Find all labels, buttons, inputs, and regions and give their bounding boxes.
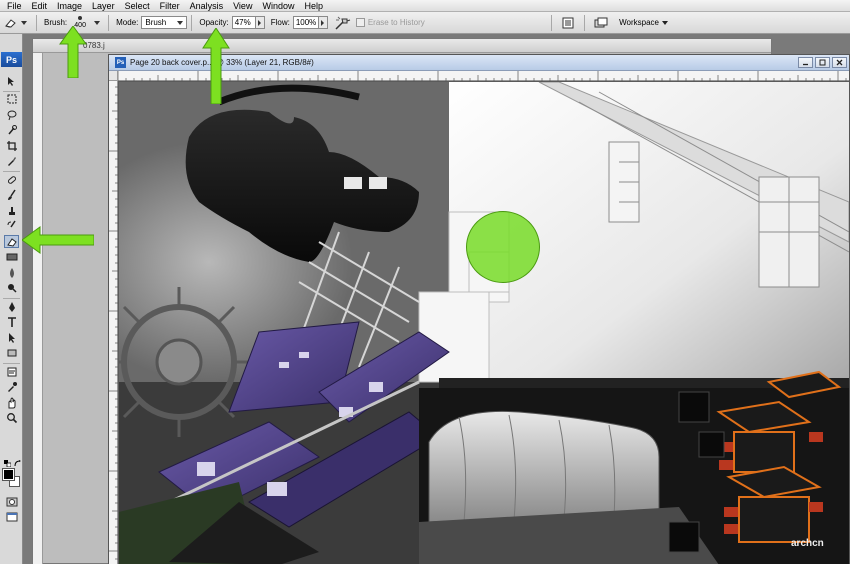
separator: [108, 14, 110, 31]
chevron-down-icon[interactable]: [94, 20, 101, 25]
photoshop-window: File Edit Image Layer Select Filter Anal…: [0, 0, 850, 564]
photoshop-logo: Ps: [1, 52, 22, 67]
toolbox-separator: [3, 298, 20, 299]
bridge-icon: [594, 17, 608, 27]
marquee-tool-icon[interactable]: [4, 93, 19, 106]
options-bar: Brush: 400 Mode: Brush Opacity: 47% Flow…: [0, 12, 850, 34]
document-icon: Ps: [115, 57, 126, 68]
maximize-icon: [819, 59, 826, 66]
crop-tool-icon[interactable]: [4, 139, 19, 152]
ruler-ticks: [109, 70, 118, 560]
opacity-input[interactable]: 47%: [231, 16, 256, 29]
opacity-slider-button[interactable]: [255, 16, 265, 29]
notes-tool-icon[interactable]: [4, 365, 19, 378]
tool-preset-picker[interactable]: [2, 14, 32, 32]
vertical-ruler: [109, 70, 118, 564]
menu-image[interactable]: Image: [52, 0, 87, 12]
annotation-arrow-left: [22, 226, 94, 254]
zoom-tool-icon[interactable]: [4, 412, 19, 425]
mode-label: Mode:: [116, 18, 139, 27]
close-button[interactable]: [832, 57, 847, 68]
annotation-arrow-up: [202, 28, 230, 104]
history-brush-tool-icon[interactable]: [4, 220, 19, 233]
eyedropper-3d-icon[interactable]: [4, 381, 19, 394]
flow-input[interactable]: 100%: [292, 16, 319, 29]
menu-select[interactable]: Select: [120, 0, 155, 12]
menu-filter[interactable]: Filter: [155, 0, 185, 12]
airbrush-icon[interactable]: [334, 15, 352, 31]
flow-label: Flow:: [270, 18, 290, 27]
shape-tool-icon[interactable]: [4, 347, 19, 360]
dodge-tool-icon[interactable]: [4, 282, 19, 295]
brush-cursor-highlight: [466, 211, 540, 283]
pen-tool-icon[interactable]: [4, 300, 19, 313]
screen-mode-icon[interactable]: [4, 510, 19, 523]
toolbox-separator: [3, 363, 20, 364]
opacity-label: Opacity:: [199, 18, 229, 27]
maximize-button[interactable]: [815, 57, 830, 68]
hand-tool-icon[interactable]: [4, 396, 19, 409]
separator: [584, 14, 586, 31]
menu-view[interactable]: View: [228, 0, 257, 12]
screen-mode-button[interactable]: [592, 15, 610, 31]
minimize-button[interactable]: [798, 57, 813, 68]
erase-to-history-checkbox[interactable]: [355, 18, 365, 27]
toolbox: Ps: [0, 34, 23, 564]
default-colors-icon[interactable]: [4, 459, 12, 468]
ruler-origin[interactable]: [109, 71, 118, 81]
palette-icon: [562, 17, 574, 28]
healing-brush-tool-icon[interactable]: [4, 173, 19, 186]
toolbox-separator: [3, 171, 20, 172]
eyedropper-tool-icon[interactable]: [4, 155, 19, 168]
annotation-arrow-up: [59, 26, 87, 78]
mode-select[interactable]: Brush: [141, 16, 188, 29]
menu-edit[interactable]: Edit: [27, 0, 53, 12]
quick-select-tool-icon[interactable]: [4, 124, 19, 137]
menu-bar: File Edit Image Layer Select Filter Anal…: [0, 0, 850, 12]
menu-help[interactable]: Help: [299, 0, 328, 12]
document-window: Ps Page 20 back cover.p... @ 33% (Layer …: [108, 54, 850, 564]
toolbox-separator: [3, 90, 20, 92]
eraser-tool-icon[interactable]: [4, 235, 19, 248]
vertical-ruler: [33, 53, 43, 564]
menu-window[interactable]: Window: [257, 0, 299, 12]
separator: [551, 14, 553, 31]
background-document-tab[interactable]: 0783.j: [33, 39, 771, 53]
lasso-tool-icon[interactable]: [4, 108, 19, 121]
separator: [36, 14, 37, 31]
menu-layer[interactable]: Layer: [87, 0, 120, 12]
menu-file[interactable]: File: [2, 0, 27, 12]
watermark: archcn: [791, 538, 824, 549]
separator: [191, 14, 193, 31]
chevron-down-icon: [177, 20, 184, 25]
swap-colors-icon[interactable]: [14, 459, 21, 467]
eraser-icon: [5, 18, 16, 28]
brush-tool-icon[interactable]: [4, 189, 19, 202]
minimize-icon: [803, 63, 808, 66]
blur-tool-icon[interactable]: [4, 266, 19, 279]
flow-slider-button[interactable]: [318, 16, 328, 29]
mode-value: Brush: [145, 18, 167, 27]
erase-to-history-label: Erase to History: [367, 18, 425, 27]
workspace-menu[interactable]: Workspace: [619, 18, 672, 27]
foreground-color-swatch[interactable]: [2, 468, 15, 481]
window-controls: [798, 57, 847, 68]
move-tool-icon[interactable]: [4, 74, 19, 87]
chevron-down-icon: [21, 20, 27, 25]
document-canvas[interactable]: archcn: [119, 82, 849, 564]
close-icon: [836, 59, 843, 66]
type-tool-icon[interactable]: [4, 316, 19, 329]
path-select-tool-icon[interactable]: [4, 331, 19, 344]
clone-stamp-tool-icon[interactable]: [4, 204, 19, 217]
quick-mask-icon[interactable]: [4, 495, 19, 508]
tool-palette-button[interactable]: [559, 15, 577, 31]
gradient-tool-icon[interactable]: [4, 251, 19, 264]
brush-tip-icon: [78, 16, 83, 20]
collage-artwork: [119, 82, 849, 564]
menu-analysis[interactable]: Analysis: [185, 0, 229, 12]
chevron-down-icon: [662, 20, 668, 25]
workspace-label: Workspace: [619, 18, 659, 27]
